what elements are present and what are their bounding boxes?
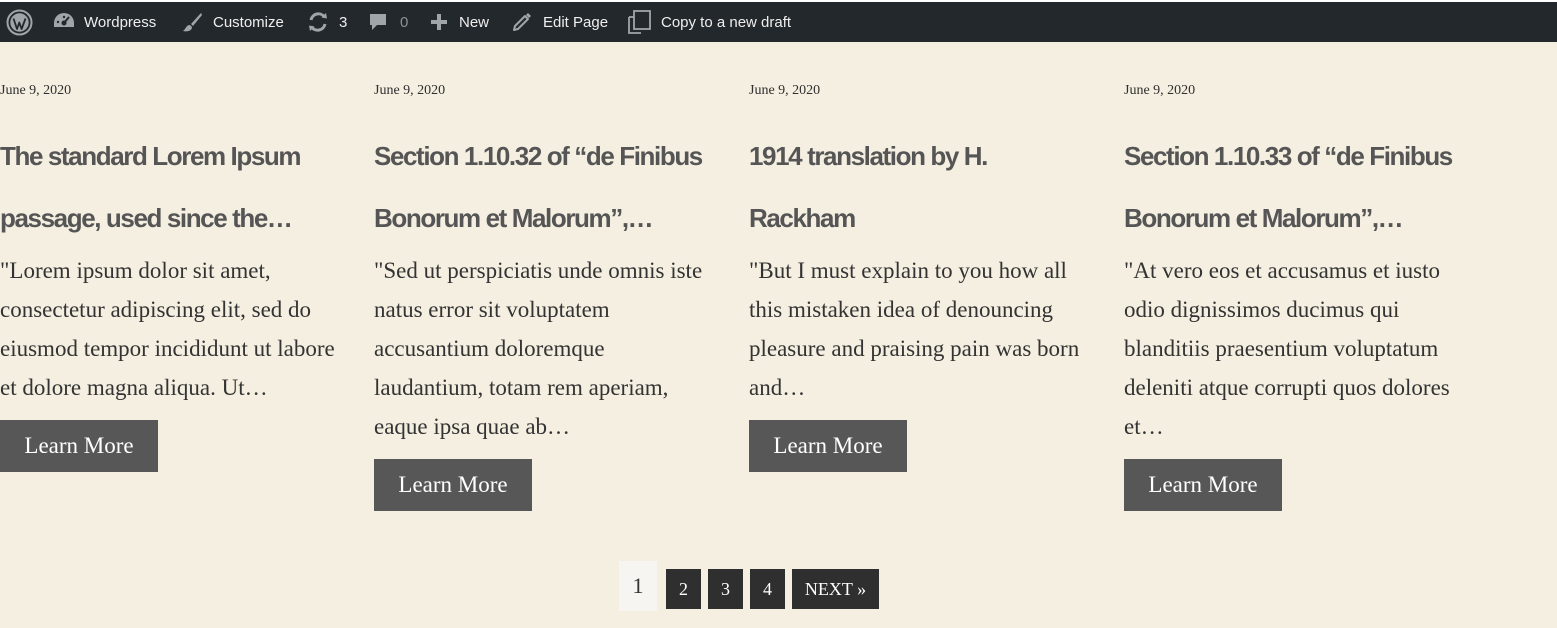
post-title[interactable]: 1914 translation by H. Rackham [749, 125, 1094, 249]
copy-draft-icon [627, 9, 652, 35]
updates-button[interactable]: 3 [307, 2, 347, 42]
edit-page-label: Edit Page [543, 13, 609, 31]
post-date: June 9, 2020 [749, 83, 821, 98]
comments-count: 0 [400, 13, 409, 31]
updates-icon [307, 11, 329, 33]
post-excerpt: "Lorem ipsum dolor sit amet, consectetur… [0, 258, 335, 400]
post-card: June 9, 2020 1914 translation by H. Rack… [749, 82, 1094, 472]
post-title[interactable]: Section 1.10.33 of “de Finibus Bonorum e… [1124, 125, 1469, 249]
learn-more-button[interactable]: Learn More [749, 420, 907, 472]
page-link-2[interactable]: 2 [666, 569, 701, 609]
dashboard-icon [53, 12, 75, 32]
post-excerpt: "At vero eos et accusamus et iusto odio … [1124, 258, 1450, 439]
page-link-3[interactable]: 3 [708, 569, 743, 609]
post-date: June 9, 2020 [0, 83, 72, 98]
copy-to-draft-button[interactable]: Copy to a new draft [627, 2, 791, 42]
post-card: June 9, 2020 Section 1.10.32 of “de Fini… [374, 82, 719, 511]
post-excerpt: "Sed ut perspiciatis unde omnis iste nat… [374, 258, 703, 439]
learn-more-button[interactable]: Learn More [374, 459, 532, 511]
comments-button[interactable]: 0 [368, 2, 408, 42]
post-card: June 9, 2020 The standard Lorem Ipsum pa… [0, 82, 345, 472]
current-page: 1 [619, 561, 657, 611]
new-label: New [459, 13, 490, 31]
wordpress-logo-menu[interactable] [6, 2, 33, 42]
post-date: June 9, 2020 [374, 83, 446, 98]
edit-page-button[interactable]: Edit Page [512, 2, 608, 42]
page-link-4[interactable]: 4 [750, 569, 785, 609]
paintbrush-icon [182, 12, 203, 33]
post-title[interactable]: Section 1.10.32 of “de Finibus Bonorum e… [374, 125, 719, 249]
post-date: June 9, 2020 [1124, 83, 1196, 98]
customize-button[interactable]: Customize [182, 2, 284, 42]
site-name-label: Wordpress [84, 13, 157, 31]
next-page-link[interactable]: NEXT » [792, 569, 879, 609]
new-content-button[interactable]: New [430, 2, 489, 42]
customize-label: Customize [213, 13, 284, 31]
updates-count: 3 [339, 13, 348, 31]
site-name-menu[interactable]: Wordpress [53, 2, 156, 42]
plus-icon [430, 13, 448, 31]
wordpress-logo-icon [6, 9, 33, 36]
post-excerpt: "But I must explain to you how all this … [749, 258, 1080, 400]
admin-bar: Wordpress Customize 3 0 New Edit Page Co… [0, 2, 1557, 42]
learn-more-button[interactable]: Learn More [1124, 459, 1282, 511]
learn-more-button[interactable]: Learn More [0, 420, 158, 472]
comment-icon [368, 12, 388, 32]
post-title[interactable]: The standard Lorem Ipsum passage, used s… [0, 125, 345, 249]
copy-draft-label: Copy to a new draft [661, 13, 792, 31]
pencil-icon [512, 12, 532, 32]
post-card: June 9, 2020 Section 1.10.33 of “de Fini… [1124, 82, 1469, 511]
